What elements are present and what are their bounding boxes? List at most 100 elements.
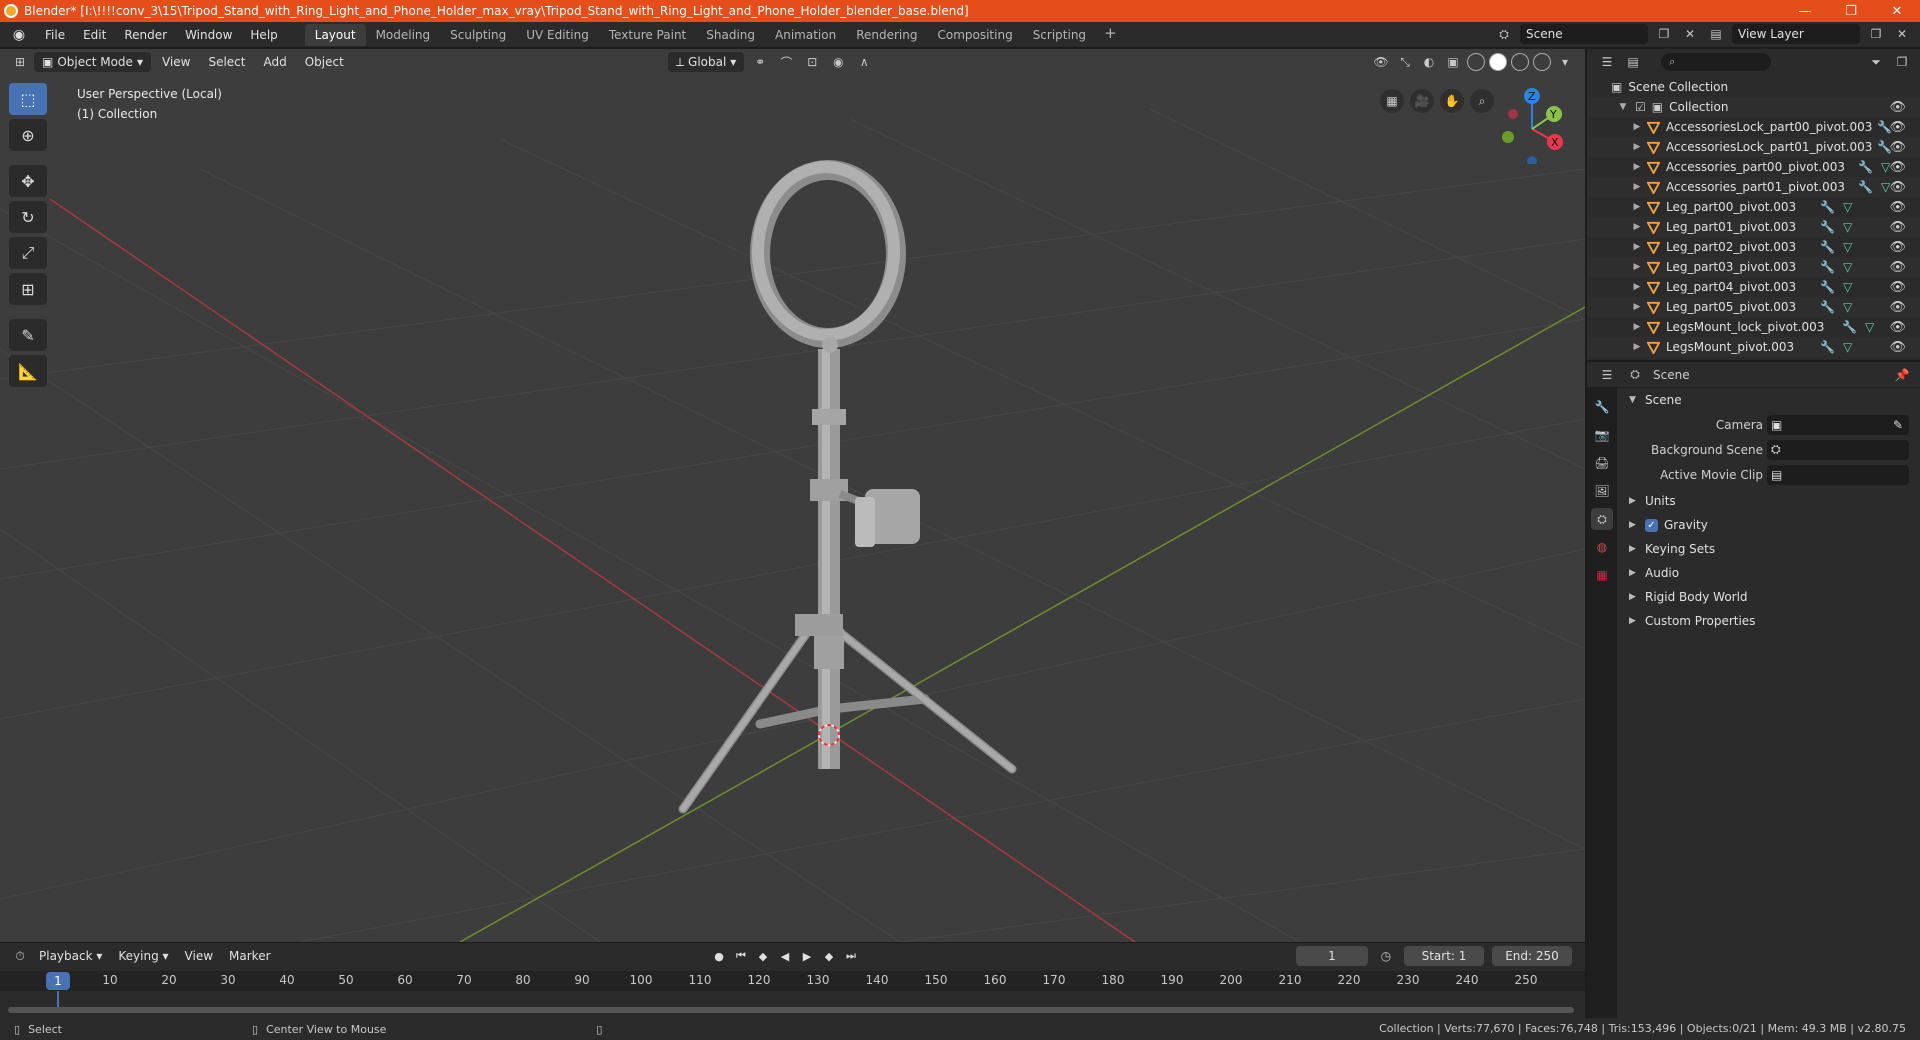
tree-item-object[interactable]: ▶ Leg_part02_pivot.003 🔧 ▽ 👁 xyxy=(1587,237,1920,257)
rotate-tool-icon[interactable]: ↻ xyxy=(9,201,47,233)
mesh-data-icon[interactable]: ▽ xyxy=(1865,320,1874,334)
visibility-eye-icon[interactable]: 👁 xyxy=(1889,120,1906,135)
overlays-icon[interactable]: ◐ xyxy=(1419,52,1439,72)
tree-item-object[interactable]: ▶ Accessories_part01_pivot.003 🔧 ▽ 👁 xyxy=(1587,177,1920,197)
start-frame-field[interactable]: Start: 1 xyxy=(1404,946,1484,966)
expand-arrow-icon[interactable]: ▶ xyxy=(1631,302,1643,312)
playhead-frame[interactable]: 1 xyxy=(46,972,70,990)
view-layer-field[interactable]: View Layer xyxy=(1732,24,1860,44)
tab-animation[interactable]: Animation xyxy=(765,24,846,46)
tree-item-object[interactable]: ▶ LegsMount_lock_pivot.003 🔧 ▽ 👁 xyxy=(1587,317,1920,337)
timeline-menu-keying[interactable]: Keying ▾ xyxy=(111,949,175,963)
visibility-eye-icon[interactable]: 👁 xyxy=(1889,280,1906,295)
visibility-eye-icon[interactable]: 👁 xyxy=(1889,180,1906,195)
cursor-tool-icon[interactable]: ⊕ xyxy=(9,119,47,151)
gravity-checkbox[interactable]: ✓ xyxy=(1645,518,1658,532)
outliner-editor-type-icon[interactable]: ☰ xyxy=(1597,52,1617,72)
rigid-body-world-panel-header[interactable]: ▶ Rigid Body World xyxy=(1619,585,1920,609)
mesh-data-icon[interactable]: ▽ xyxy=(1843,240,1852,254)
3d-viewport[interactable]: ⊞ ▣ Object Mode ▾ View Select Add Object ⟂… xyxy=(0,49,1585,942)
next-keyframe-icon[interactable]: ◆ xyxy=(820,947,838,965)
minimize-button[interactable]: — xyxy=(1782,0,1828,22)
timeline-menu-playback[interactable]: Playback ▾ xyxy=(32,949,109,963)
checkbox-icon[interactable]: ☑ xyxy=(1635,100,1646,114)
scene-field[interactable]: Scene xyxy=(1520,24,1648,44)
render-tab-icon[interactable]: 📷 xyxy=(1591,424,1613,446)
units-panel-header[interactable]: ▶ Units xyxy=(1619,489,1920,513)
tab-modeling[interactable]: Modeling xyxy=(366,24,441,46)
visibility-eye-icon[interactable]: 👁 xyxy=(1889,320,1906,335)
tab-uv-editing[interactable]: UV Editing xyxy=(516,24,599,46)
menu-help[interactable]: Help xyxy=(241,24,286,46)
tab-compositing[interactable]: Compositing xyxy=(927,24,1022,46)
visibility-eye-icon[interactable]: 👁 xyxy=(1889,260,1906,275)
solid-shading-icon[interactable] xyxy=(1489,53,1507,71)
expand-arrow-icon[interactable]: ▶ xyxy=(1631,262,1643,272)
maximize-button[interactable]: ❐ xyxy=(1828,0,1874,22)
tree-item-object[interactable]: ▶ AccessoriesLock_part01_pivot.003 🔧 👁 xyxy=(1587,137,1920,157)
new-scene-icon[interactable]: ❐ xyxy=(1654,24,1674,44)
snap-icon[interactable]: ⌒ xyxy=(776,52,796,72)
xray-icon[interactable]: ▣ xyxy=(1443,52,1463,72)
expand-arrow-icon[interactable]: ▶ xyxy=(1631,142,1643,152)
record-icon[interactable]: ● xyxy=(710,947,728,965)
scene-panel-header[interactable]: ▼ Scene xyxy=(1619,388,1920,412)
tab-rendering[interactable]: Rendering xyxy=(846,24,927,46)
orientation-dropdown[interactable]: ⟂ Global ▾ xyxy=(668,52,745,72)
menu-window[interactable]: Window xyxy=(176,24,241,46)
play-icon[interactable]: ▶ xyxy=(798,947,816,965)
scene-tab-icon[interactable]: ⛭ xyxy=(1591,508,1613,530)
mesh-data-icon[interactable]: ▽ xyxy=(1843,280,1852,294)
select-box-tool-icon[interactable]: ⬚ xyxy=(9,83,47,115)
pan-hand-icon[interactable]: ✋ xyxy=(1440,89,1464,113)
keying-sets-panel-header[interactable]: ▶ Keying Sets xyxy=(1619,537,1920,561)
modifier-wrench-icon[interactable]: 🔧 xyxy=(1820,340,1835,354)
mesh-data-icon[interactable]: ▽ xyxy=(1843,260,1852,274)
prev-keyframe-icon[interactable]: ◆ xyxy=(754,947,772,965)
tree-item-object[interactable]: ▶ LegsMount_pivot.003 🔧 ▽ 👁 xyxy=(1587,337,1920,357)
new-view-layer-icon[interactable]: ❐ xyxy=(1866,24,1886,44)
expand-arrow-icon[interactable]: ▶ xyxy=(1631,162,1643,172)
play-reverse-icon[interactable]: ◀ xyxy=(776,947,794,965)
proportional-edit-icon[interactable]: ◉ xyxy=(828,52,848,72)
toggle-grid-icon[interactable]: ▦ xyxy=(1380,89,1404,113)
mesh-data-icon[interactable]: ▽ xyxy=(1843,300,1852,314)
menu-edit[interactable]: Edit xyxy=(74,24,115,46)
end-frame-field[interactable]: End: 250 xyxy=(1492,946,1572,966)
menu-file[interactable]: File xyxy=(36,24,74,46)
expand-arrow-icon[interactable]: ▶ xyxy=(1631,182,1643,192)
modifier-wrench-icon[interactable]: 🔧 xyxy=(1820,200,1835,214)
move-tool-icon[interactable]: ✥ xyxy=(9,165,47,197)
view-layer-icon[interactable]: ▤ xyxy=(1706,24,1726,44)
visibility-eye-icon[interactable]: 👁 xyxy=(1889,100,1906,115)
menu-render[interactable]: Render xyxy=(115,24,176,46)
editor-type-icon[interactable]: ⊞ xyxy=(10,52,30,72)
tree-item-object[interactable]: ▶ Leg_part03_pivot.003 🔧 ▽ 👁 xyxy=(1587,257,1920,277)
close-button[interactable]: ✕ xyxy=(1874,0,1920,22)
active-movie-clip-field[interactable]: ▤ xyxy=(1767,464,1909,485)
viewport-menu-add[interactable]: Add xyxy=(256,55,293,69)
current-frame-field[interactable]: 1 xyxy=(1296,946,1368,966)
wireframe-shading-icon[interactable] xyxy=(1467,53,1485,71)
modifier-wrench-icon[interactable]: 🔧 xyxy=(1842,320,1857,334)
eyedropper-icon[interactable]: ✎ xyxy=(1893,418,1903,432)
tree-item-object[interactable]: ▶ Leg_part04_pivot.003 🔧 ▽ 👁 xyxy=(1587,277,1920,297)
timeline-menu-view[interactable]: View xyxy=(178,949,220,963)
transform-tool-icon[interactable]: ⊞ xyxy=(9,273,47,305)
display-mode-icon[interactable]: ▤ xyxy=(1623,52,1643,72)
collapse-arrow-icon[interactable]: ▼ xyxy=(1617,102,1629,112)
add-workspace-icon[interactable]: + xyxy=(1096,24,1125,46)
tree-item-collection[interactable]: ▼ ☑ ▣ Collection 👁 xyxy=(1587,97,1920,117)
visibility-eye-icon[interactable]: 👁 xyxy=(1889,140,1906,155)
tree-item-object[interactable]: ▶ Leg_part01_pivot.003 🔧 ▽ 👁 xyxy=(1587,217,1920,237)
modifier-wrench-icon[interactable]: 🔧 xyxy=(1820,260,1835,274)
pivot-icon[interactable]: ⚭ xyxy=(750,52,770,72)
measure-tool-icon[interactable]: 📐 xyxy=(9,355,47,387)
texture-tab-icon[interactable]: ▦ xyxy=(1591,564,1613,586)
shading-options-icon[interactable]: ▾ xyxy=(1555,52,1575,72)
view-layer-tab-icon[interactable]: 🖼 xyxy=(1591,480,1613,502)
falloff-icon[interactable]: ∧ xyxy=(854,52,874,72)
viewport-menu-object[interactable]: Object xyxy=(298,55,351,69)
modifier-wrench-icon[interactable]: 🔧 xyxy=(1820,300,1835,314)
viewport-menu-view[interactable]: View xyxy=(155,55,197,69)
